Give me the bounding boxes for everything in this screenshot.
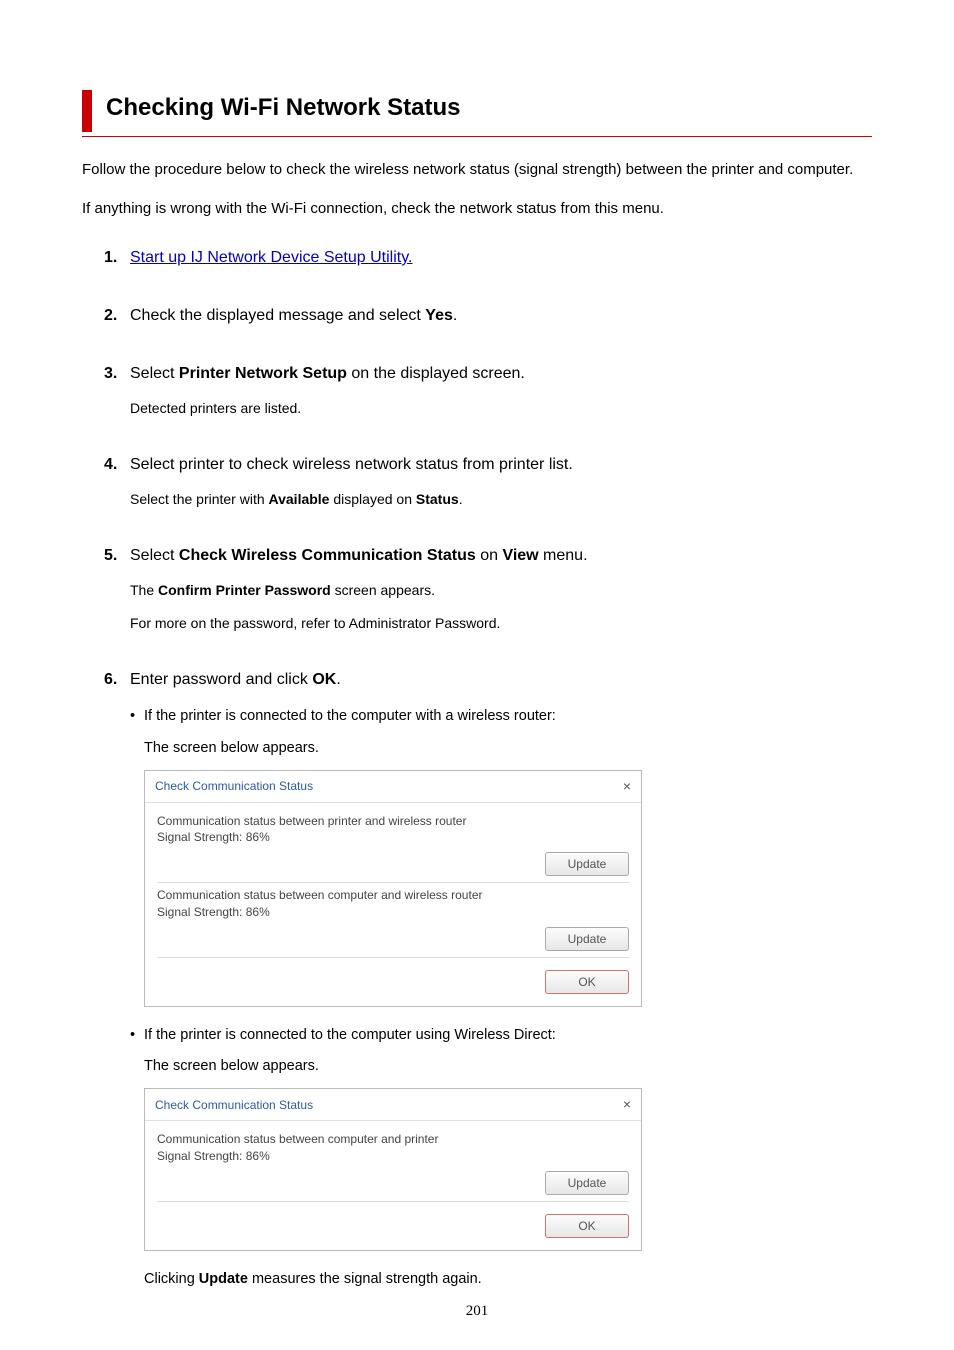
text-fragment: The [130,582,158,598]
start-utility-link[interactable]: Start up IJ Network Device Setup Utility… [130,249,412,266]
step-text: Enter password and click OK. [130,668,872,692]
step-number: 4. [104,453,130,477]
text-fragment: . [336,671,340,688]
text-fragment: displayed on [329,491,415,507]
page-number: 201 [0,1300,954,1323]
step-6: 6. Enter password and click OK. • If the… [104,668,872,1291]
bold-yes: Yes [425,307,453,324]
step-1: 1. Start up IJ Network Device Setup Util… [104,246,872,270]
dialog-check-communication-direct: Check Communication Status × Communicati… [144,1088,642,1251]
divider [157,882,629,883]
step-text: Select Printer Network Setup on the disp… [130,362,872,386]
dialog-signal-strength: Signal Strength: 86% [157,829,629,846]
step-description: Select the printer with Available displa… [130,489,872,510]
bold-update: Update [199,1271,248,1287]
bold-printer-network-setup: Printer Network Setup [179,365,347,382]
bold-confirm-password: Confirm Printer Password [158,582,331,598]
bold-view: View [502,547,538,564]
step-number: 5. [104,544,130,568]
dialog-label: Communication status between printer and… [157,813,629,830]
text-fragment: . [453,307,457,324]
intro-paragraph-2: If anything is wrong with the Wi-Fi conn… [82,198,872,221]
text-fragment: . [459,491,463,507]
text-fragment: Select the printer with [130,491,269,507]
step-number: 2. [104,304,130,328]
bullet-dot: • [130,1025,144,1047]
final-note: Clicking Update measures the signal stre… [144,1269,872,1291]
step-text: Check the displayed message and select Y… [130,304,872,328]
text-fragment: Enter password and click [130,671,312,688]
step-description: The Confirm Printer Password screen appe… [130,580,872,601]
bullet-dot: • [130,706,144,728]
text-fragment: measures the signal strength again. [248,1271,482,1287]
dialog-check-communication-router: Check Communication Status × Communicati… [144,770,642,1007]
close-icon[interactable]: × [623,776,631,797]
update-button[interactable]: Update [545,852,629,876]
sub-description: The screen below appears. [144,738,872,760]
divider [157,957,629,958]
step-description: For more on the password, refer to Admin… [130,613,872,634]
ok-button[interactable]: OK [545,1214,629,1238]
update-button[interactable]: Update [545,1171,629,1195]
step-number: 6. [104,668,130,692]
step-3: 3. Select Printer Network Setup on the d… [104,362,872,419]
sub-description: The screen below appears. [144,1056,872,1078]
dialog-title: Check Communication Status [155,777,313,795]
page-title: Checking Wi-Fi Network Status [106,90,872,132]
text-fragment: Clicking [144,1271,199,1287]
step-number: 3. [104,362,130,386]
steps-list: 1. Start up IJ Network Device Setup Util… [104,246,872,1291]
intro-paragraph-1: Follow the procedure below to check the … [82,159,872,182]
ok-button[interactable]: OK [545,970,629,994]
step-text: Select printer to check wireless network… [130,453,872,477]
bullet-router: • If the printer is connected to the com… [130,706,872,728]
title-underline [82,136,872,137]
dialog-titlebar: Check Communication Status × [145,1089,641,1121]
step-2: 2. Check the displayed message and selec… [104,304,872,328]
text-fragment: on the displayed screen. [347,365,525,382]
text-fragment: on [476,547,503,564]
step-4: 4. Select printer to check wireless netw… [104,453,872,510]
text-fragment: Check the displayed message and select [130,307,425,324]
step-number: 1. [104,246,130,270]
step-text: Select Check Wireless Communication Stat… [130,544,872,568]
update-button[interactable]: Update [545,927,629,951]
dialog-label: Communication status between computer an… [157,887,629,904]
bold-available: Available [269,491,330,507]
bold-ok: OK [312,671,336,688]
step-description: Detected printers are listed. [130,398,872,419]
dialog-title: Check Communication Status [155,1096,313,1114]
text-fragment: menu. [539,547,588,564]
text-fragment: screen appears. [331,582,435,598]
dialog-titlebar: Check Communication Status × [145,771,641,803]
bold-status: Status [416,491,459,507]
text-fragment: Select [130,365,179,382]
bullet-text: If the printer is connected to the compu… [144,706,556,728]
dialog-label: Communication status between computer an… [157,1131,629,1148]
bullet-text: If the printer is connected to the compu… [144,1025,556,1047]
step-5: 5. Select Check Wireless Communication S… [104,544,872,634]
dialog-signal-strength: Signal Strength: 86% [157,904,629,921]
close-icon[interactable]: × [623,1094,631,1115]
text-fragment: Select [130,547,179,564]
bold-check-wireless: Check Wireless Communication Status [179,547,476,564]
dialog-signal-strength: Signal Strength: 86% [157,1148,629,1165]
bullet-wireless-direct: • If the printer is connected to the com… [130,1025,872,1047]
divider [157,1201,629,1202]
